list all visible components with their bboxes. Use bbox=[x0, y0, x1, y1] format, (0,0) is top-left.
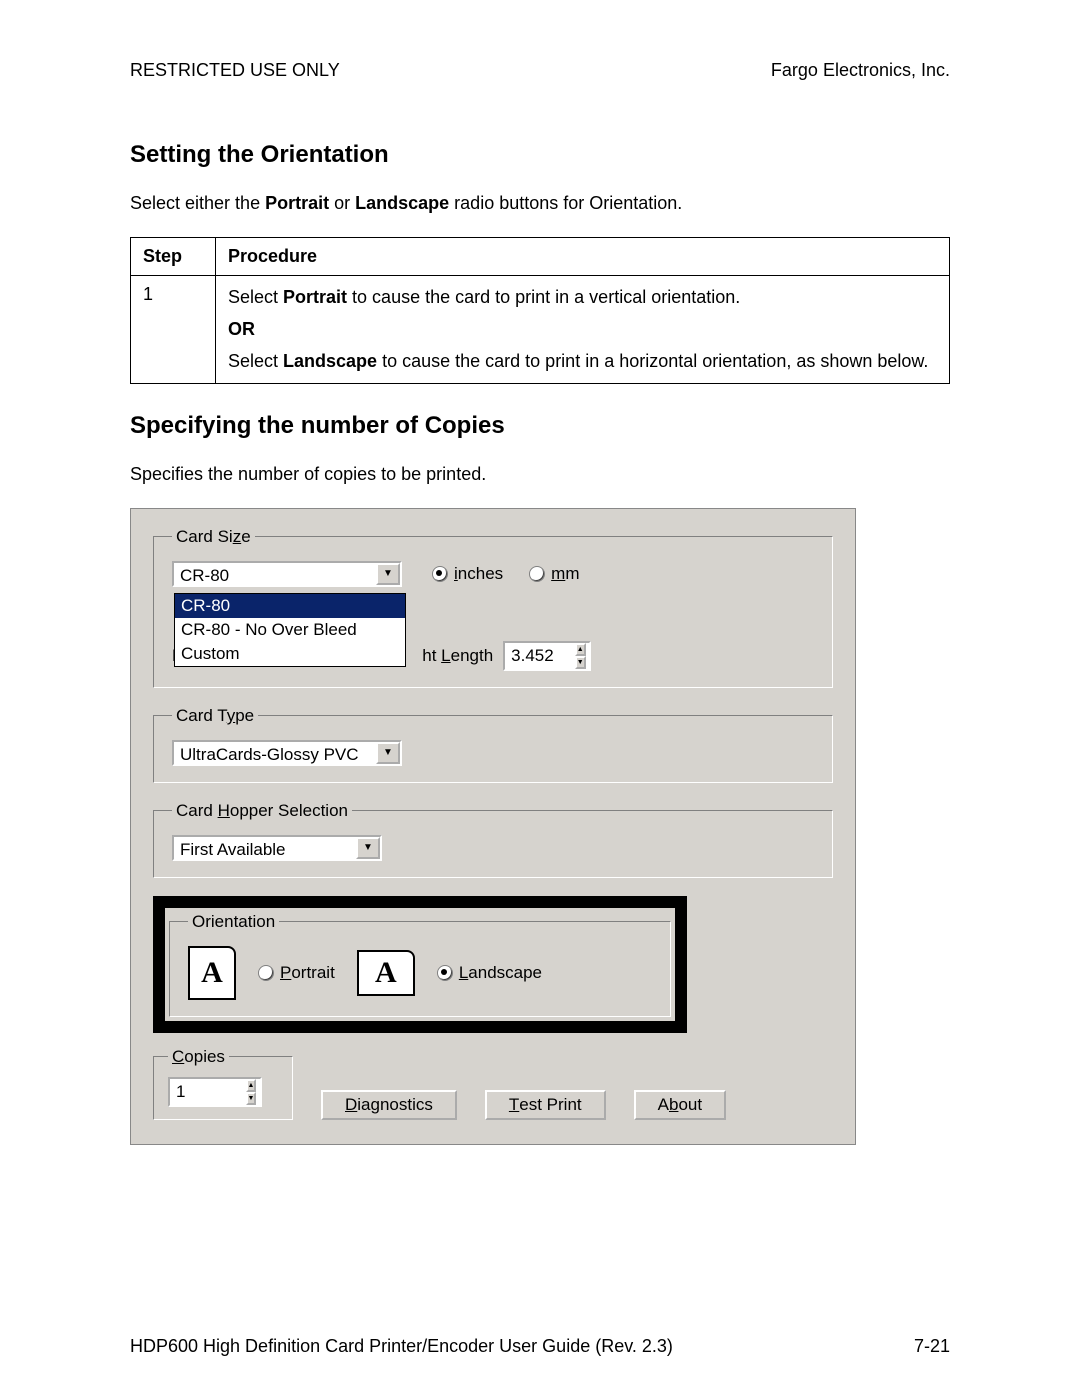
dropdown-option[interactable]: Custom bbox=[175, 642, 405, 666]
section-intro-orientation: Select either the Portrait or Landscape … bbox=[130, 191, 950, 215]
radio-mm[interactable]: mm bbox=[529, 564, 579, 584]
section-title-orientation: Setting the Orientation bbox=[130, 141, 950, 169]
step-number: 1 bbox=[131, 276, 216, 383]
radio-inches[interactable]: inches bbox=[432, 564, 503, 584]
header-right: Fargo Electronics, Inc. bbox=[771, 60, 950, 81]
dialog-screenshot: Card Size CR-80 inches mm bbox=[130, 508, 856, 1145]
dropdown-option[interactable]: CR-80 bbox=[175, 594, 405, 618]
spinner-up-icon[interactable]: ▲ bbox=[575, 643, 586, 656]
procedure-table: Step Procedure 1 Select Portrait to caus… bbox=[130, 237, 950, 383]
dropdown-option[interactable]: CR-80 - No Over Bleed bbox=[175, 618, 405, 642]
portrait-icon: A bbox=[188, 946, 236, 1000]
legend-card-size: Card Size bbox=[172, 527, 255, 547]
spinner-down-icon[interactable]: ▼ bbox=[575, 656, 586, 669]
copies-spinner[interactable]: 1 ▲ ▼ bbox=[168, 1077, 262, 1107]
spinner-up-icon[interactable]: ▲ bbox=[246, 1079, 257, 1092]
radio-landscape[interactable]: Landscape bbox=[437, 963, 542, 983]
radio-dot-icon bbox=[437, 965, 453, 981]
test-print-button[interactable]: Test Print bbox=[485, 1090, 606, 1120]
group-copies: Copies 1 ▲ ▼ bbox=[153, 1047, 293, 1120]
dropdown-arrow-icon[interactable] bbox=[376, 742, 400, 764]
hopper-combo[interactable]: First Available bbox=[172, 835, 382, 861]
group-card-size: Card Size CR-80 inches mm bbox=[153, 527, 833, 688]
group-orientation: Orientation A Portrait A Landscape bbox=[169, 912, 671, 1017]
about-button[interactable]: About bbox=[634, 1090, 726, 1120]
spinner-down-icon[interactable]: ▼ bbox=[246, 1092, 257, 1105]
orientation-highlight: Orientation A Portrait A Landscape bbox=[153, 896, 687, 1033]
card-size-dropdown-list[interactable]: CR-80 CR-80 - No Over Bleed Custom bbox=[174, 593, 406, 667]
legend-card-type: Card Type bbox=[172, 706, 258, 726]
group-hopper: Card Hopper Selection First Available bbox=[153, 801, 833, 878]
group-card-type: Card Type UltraCards-Glossy PVC bbox=[153, 706, 833, 783]
radio-portrait[interactable]: Portrait bbox=[258, 963, 335, 983]
length-spinner[interactable]: 3.452 ▲ ▼ bbox=[503, 641, 591, 671]
footer-right: 7-21 bbox=[914, 1336, 950, 1357]
legend-orientation: Orientation bbox=[188, 912, 279, 932]
card-type-combo[interactable]: UltraCards-Glossy PVC bbox=[172, 740, 402, 766]
procedure-cell: Select Portrait to cause the card to pri… bbox=[216, 276, 950, 383]
section-title-copies: Specifying the number of Copies bbox=[130, 412, 950, 440]
legend-hopper: Card Hopper Selection bbox=[172, 801, 352, 821]
radio-dot-icon bbox=[529, 566, 545, 582]
diagnostics-button[interactable]: Diagnostics bbox=[321, 1090, 457, 1120]
section-intro-copies: Specifies the number of copies to be pri… bbox=[130, 462, 950, 486]
length-label: ht Length bbox=[422, 646, 493, 666]
dropdown-arrow-icon[interactable] bbox=[376, 563, 400, 585]
dropdown-arrow-icon[interactable] bbox=[356, 837, 380, 859]
radio-dot-icon bbox=[258, 965, 274, 981]
legend-copies: Copies bbox=[168, 1047, 229, 1067]
col-step: Step bbox=[131, 238, 216, 276]
card-size-combo[interactable]: CR-80 bbox=[172, 561, 402, 587]
footer-left: HDP600 High Definition Card Printer/Enco… bbox=[130, 1336, 673, 1357]
radio-dot-icon bbox=[432, 566, 448, 582]
landscape-icon: A bbox=[357, 950, 415, 996]
col-procedure: Procedure bbox=[216, 238, 950, 276]
header-left: RESTRICTED USE ONLY bbox=[130, 60, 340, 81]
